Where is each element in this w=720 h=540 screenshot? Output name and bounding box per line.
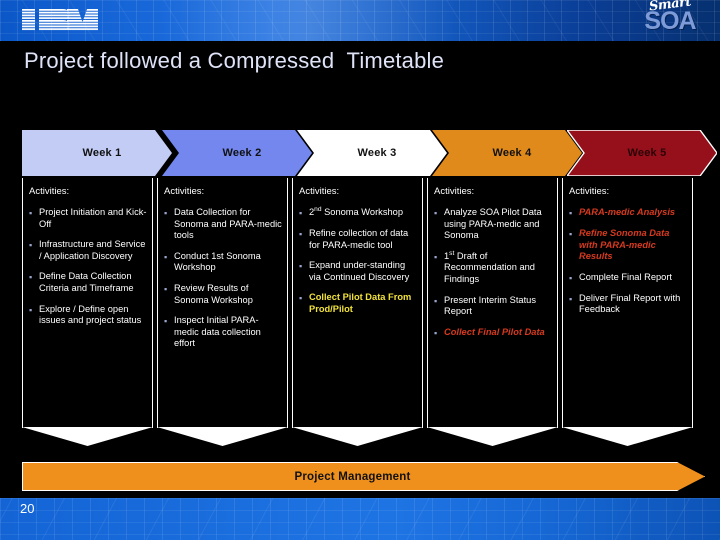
banner-highlight [160, 0, 460, 41]
bullet-icon: ▪ [299, 208, 303, 218]
activity-item: ▪ Inspect Initial PARA-medic data collec… [164, 315, 282, 350]
project-management-label: Project Management [294, 470, 411, 483]
bottom-banner [0, 498, 720, 540]
timeline-phase-header-row: Week 1 Week 2 Week 3 Week 4 Week 5 [0, 130, 720, 176]
activity-text: Refine Sonoma Data with PARA-medic Resul… [579, 228, 670, 262]
bullet-icon: ▪ [299, 293, 303, 304]
phase-chevron-week-4[interactable]: Week 4 [432, 130, 582, 176]
activity-item: ▪ Project Initiation and Kick-Off [29, 207, 147, 230]
activity-item: ▪ Review Results of Sonoma Workshop [164, 283, 282, 306]
column-bottom-wedge [157, 427, 288, 446]
top-banner: Smart SOA [0, 0, 720, 41]
activity-columns: Activities: ▪ Project Initiation and Kic… [0, 178, 720, 446]
page-title: Project followed a Compressed Timetable [24, 48, 445, 73]
activity-item-highlighted: ▪ Collect Final Pilot Data [434, 327, 552, 339]
activity-column-week-5: Activities: ▪ PARA-medic Analysis ▪ Refi… [562, 178, 693, 446]
activity-item: ▪ Conduct 1st Sonoma Workshop [164, 251, 282, 274]
activities-heading: Activities: [434, 186, 475, 197]
activity-item: ▪ Present Interim Status Report [434, 295, 552, 318]
bullet-icon: ▪ [569, 229, 573, 239]
activity-text: 2nd Sonoma Workshop [309, 205, 403, 217]
activity-column-week-3: Activities: ▪ 2nd Sonoma Workshop ▪ Refi… [292, 178, 423, 446]
activity-item: ▪ Deliver Final Report with Feedback [569, 293, 687, 316]
activity-text: Present Interim Status Report [444, 294, 536, 317]
bullet-icon: ▪ [29, 208, 33, 218]
phase-chevron-week-2[interactable]: Week 2 [162, 130, 312, 176]
phase-chevron-week-1[interactable]: Week 1 [22, 130, 172, 176]
page-number: 20 [20, 501, 35, 516]
activity-text: Collect Pilot Data From Prod/Pilot [309, 292, 412, 314]
bullet-icon: ▪ [164, 208, 168, 218]
phase-label-week-4: Week 4 [492, 147, 532, 159]
activity-text: Refine collection of data for PARA-medic… [309, 228, 409, 250]
activity-item: ▪ Data Collection for Sonoma and PARA-me… [164, 207, 282, 242]
activity-text: PARA-medic Analysis [579, 207, 676, 217]
bullet-icon: ▪ [29, 240, 33, 251]
activity-item: ▪ Infrastructure and Service / Applicati… [29, 239, 147, 262]
activity-item: ▪ Analyze SOA Pilot Data using PARA-medi… [434, 207, 552, 242]
activity-text: Explore / Define open issues and project… [39, 303, 142, 326]
bullet-icon: ▪ [29, 304, 33, 315]
activity-text: Complete Final Report [579, 271, 673, 282]
activity-item: ▪ 1st Draft of Recommendation and Findin… [434, 249, 552, 286]
footer-grid-texture [0, 498, 720, 540]
bullet-icon: ▪ [434, 327, 438, 338]
activity-item: ▪ Define Data Collection Criteria and Ti… [29, 271, 147, 294]
phase-label-week-1: Week 1 [82, 147, 122, 159]
phase-label-week-2: Week 2 [222, 147, 262, 159]
bullet-icon: ▪ [434, 251, 438, 262]
column-bottom-wedge [427, 427, 558, 446]
phase-label-week-3: Week 3 [357, 147, 397, 159]
bullet-icon: ▪ [569, 272, 573, 283]
activity-item-highlighted: ▪ PARA-medic Analysis [569, 207, 687, 219]
activity-item: ▪ Expand under-standing via Continued Di… [299, 260, 417, 283]
activity-item: ▪ Complete Final Report [569, 272, 687, 284]
activity-text: Conduct 1st Sonoma Workshop [174, 250, 261, 273]
bullet-icon: ▪ [434, 208, 438, 218]
activity-text: Data Collection for Sonoma and PARA-medi… [174, 207, 282, 241]
activity-text: Deliver Final Report with Feedback [579, 292, 681, 315]
smart-soa-logo: Smart SOA [628, 0, 712, 41]
activity-text: Infrastructure and Service / Application… [39, 239, 146, 261]
activity-text: Analyze SOA Pilot Data using PARA-medic … [444, 207, 542, 241]
activity-text: Collect Final Pilot Data [444, 326, 545, 337]
bullet-icon: ▪ [299, 229, 303, 239]
activity-item-highlighted: ▪ Refine Sonoma Data with PARA-medic Res… [569, 228, 687, 263]
activity-item-highlighted: ▪ Collect Pilot Data From Prod/Pilot [299, 292, 417, 315]
activity-text: Inspect Initial PARA-medic data collecti… [174, 315, 261, 349]
activity-column-week-2: Activities: ▪ Data Collection for Sonoma… [157, 178, 288, 446]
bullet-icon: ▪ [29, 272, 33, 283]
bullet-icon: ▪ [164, 251, 168, 262]
project-management-bar[interactable]: Project Management [22, 462, 705, 491]
column-bottom-wedge [562, 427, 693, 446]
ibm-logo-icon [22, 9, 98, 31]
activity-text: Project Initiation and Kick-Off [39, 207, 147, 229]
activities-heading: Activities: [569, 186, 610, 197]
bullet-icon: ▪ [164, 316, 168, 327]
column-bottom-wedge [292, 427, 423, 446]
activities-heading: Activities: [299, 186, 340, 197]
slide-canvas: Smart SOA Project followed a Compressed … [0, 0, 720, 540]
phase-chevron-week-3[interactable]: Week 3 [297, 130, 447, 176]
activity-item: ▪ Explore / Define open issues and proje… [29, 304, 147, 327]
bullet-icon: ▪ [434, 295, 438, 306]
activity-column-week-1: Activities: ▪ Project Initiation and Kic… [22, 178, 153, 446]
activities-heading: Activities: [164, 186, 205, 197]
bullet-icon: ▪ [569, 293, 573, 304]
activity-text: 1st Draft of Recommendation and Findings [444, 249, 535, 284]
activities-heading: Activities: [29, 186, 70, 197]
activity-column-week-4: Activities: ▪ Analyze SOA Pilot Data usi… [427, 178, 558, 446]
activity-item: ▪ Refine collection of data for PARA-med… [299, 228, 417, 251]
activity-text: Review Results of Sonoma Workshop [174, 282, 253, 305]
phase-chevron-week-5[interactable]: Week 5 [567, 130, 717, 176]
bullet-icon: ▪ [569, 208, 573, 218]
activity-item: ▪ 2nd Sonoma Workshop [299, 205, 417, 219]
phase-label-week-5: Week 5 [627, 147, 667, 159]
column-bottom-wedge [22, 427, 153, 446]
bullet-icon: ▪ [164, 283, 168, 294]
bullet-icon: ▪ [299, 261, 303, 272]
activity-text: Define Data Collection Criteria and Time… [39, 271, 134, 293]
activity-text: Expand under-standing via Continued Disc… [309, 260, 410, 282]
